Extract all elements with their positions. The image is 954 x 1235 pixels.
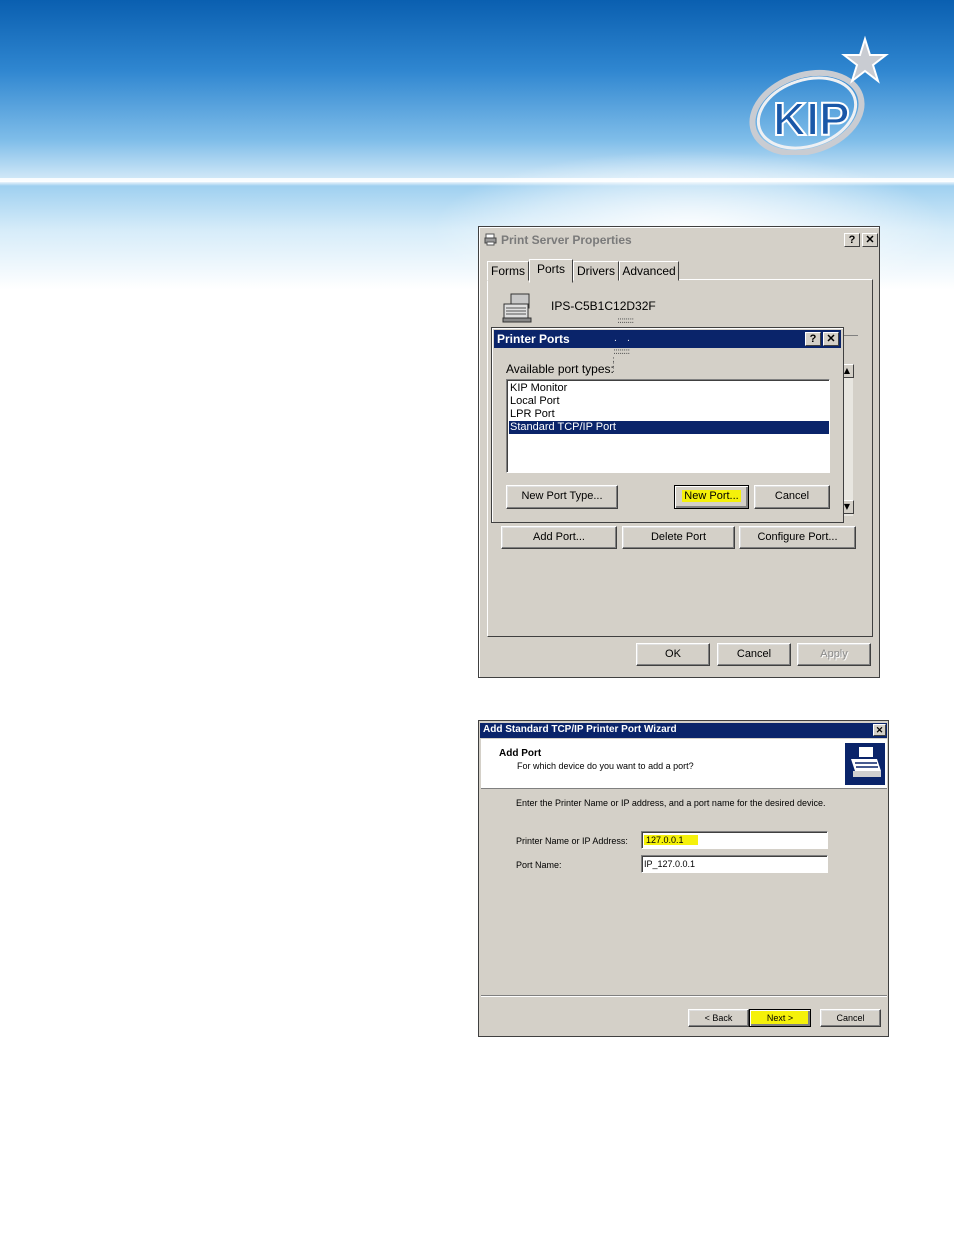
wizard-header: Add Port For which device do you want to…	[481, 739, 887, 789]
printer-ports-title: Printer Ports	[497, 332, 570, 346]
port-name-label: Port Name:	[516, 860, 562, 870]
cancel-button[interactable]: Cancel	[820, 1009, 881, 1027]
printer-icon	[484, 233, 497, 246]
list-item[interactable]: LPR Port	[509, 408, 829, 421]
new-port-button-label: New Port...	[682, 490, 741, 502]
close-button[interactable]: ✕	[862, 233, 878, 247]
print-server-icon	[502, 293, 532, 323]
printer-wizard-icon	[845, 743, 885, 785]
tab-drivers[interactable]: Drivers	[573, 261, 619, 281]
port-name-input[interactable]: IP_127.0.0.1	[641, 855, 828, 873]
tcpip-port-wizard: Add Standard TCP/IP Printer Port Wizard …	[478, 720, 889, 1037]
list-item[interactable]: KIP Monitor	[509, 382, 829, 395]
close-button[interactable]: ✕	[873, 724, 886, 736]
help-button[interactable]: ?	[805, 332, 821, 346]
tab-ports[interactable]: Ports	[529, 259, 573, 283]
ip-address-input[interactable]: 127.0.0.1	[641, 831, 828, 849]
group-divider	[844, 335, 858, 336]
help-button[interactable]: ?	[844, 233, 860, 247]
next-button[interactable]: Next >	[749, 1009, 811, 1027]
wizard-subheading: For which device do you want to add a po…	[517, 761, 694, 771]
available-port-types-label: Available port types:	[506, 362, 614, 376]
list-item-selected[interactable]: Standard TCP/IP Port	[509, 421, 829, 434]
port-types-listbox[interactable]: KIP Monitor Local Port LPR Port Standard…	[506, 379, 830, 473]
kip-logo-text: KIP	[773, 93, 850, 145]
wizard-titlebar: Add Standard TCP/IP Printer Port Wizard …	[480, 723, 887, 738]
dotted-marker: . .	[614, 334, 630, 344]
list-item[interactable]: Local Port	[509, 395, 829, 408]
wizard-title: Add Standard TCP/IP Printer Port Wizard	[483, 724, 677, 735]
new-port-type-button[interactable]: New Port Type...	[506, 485, 618, 509]
ip-address-label: Printer Name or IP Address:	[516, 836, 628, 846]
print-server-titlebar: Print Server Properties ? ✕	[481, 230, 878, 250]
kip-logo: KIP	[749, 35, 889, 155]
tab-forms[interactable]: Forms	[487, 261, 529, 281]
wizard-instruction: Enter the Printer Name or IP address, an…	[516, 798, 826, 808]
tab-advanced[interactable]: Advanced	[619, 261, 679, 281]
cancel-button[interactable]: Cancel	[717, 643, 791, 666]
printer-ports-titlebar: Printer Ports . . ? ✕	[494, 330, 841, 348]
banner-stripe	[0, 178, 954, 182]
ok-button[interactable]: OK	[636, 643, 710, 666]
cancel-button[interactable]: Cancel	[754, 485, 830, 509]
print-server-title: Print Server Properties	[501, 233, 632, 247]
back-button[interactable]: < Back	[688, 1009, 749, 1027]
wizard-heading: Add Port	[499, 748, 542, 759]
wizard-separator	[481, 995, 887, 997]
delete-port-button[interactable]: Delete Port	[622, 526, 735, 549]
configure-port-button[interactable]: Configure Port...	[739, 526, 856, 549]
close-button[interactable]: ✕	[823, 332, 839, 346]
dotted-marker: :::	[612, 355, 615, 375]
server-name: IPS-C5B1C12D32F	[551, 299, 656, 313]
ip-address-value: 127.0.0.1	[644, 835, 698, 845]
new-port-button[interactable]: New Port...	[674, 485, 749, 509]
dotted-marker: ::::::::	[617, 316, 634, 326]
add-port-button[interactable]: Add Port...	[501, 526, 617, 549]
printer-ports-dialog: Printer Ports . . ? ✕ :::::::: Available…	[491, 327, 844, 523]
apply-button[interactable]: Apply	[797, 643, 871, 666]
dotted-marker: ::::::::	[613, 347, 630, 357]
